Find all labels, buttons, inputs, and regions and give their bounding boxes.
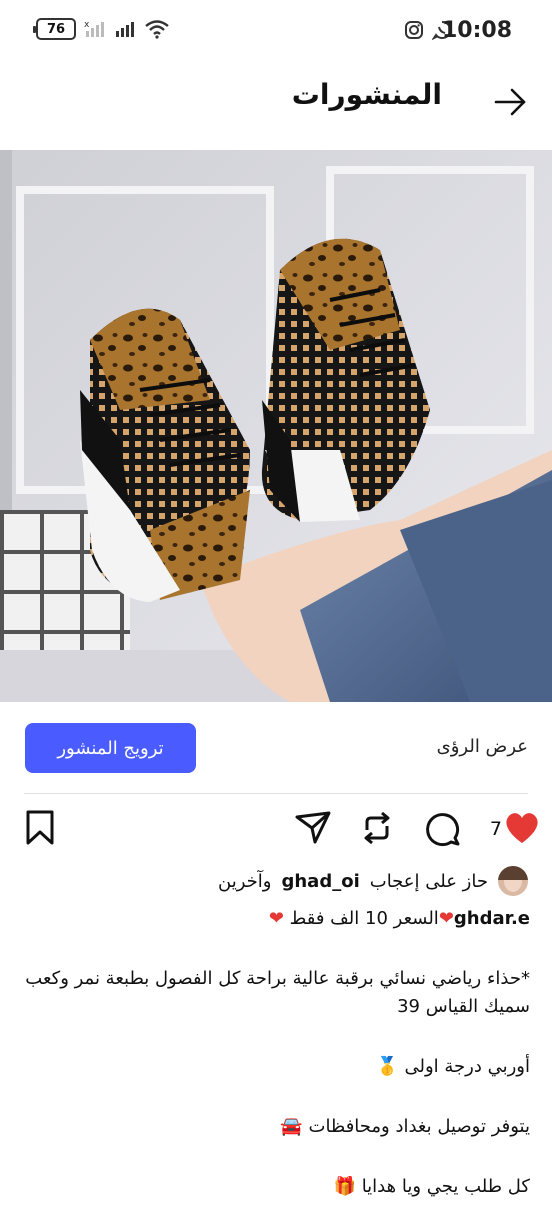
share-icon[interactable] (293, 808, 333, 848)
page-title: المنشورات (291, 78, 442, 111)
post-image[interactable] (0, 150, 552, 702)
bookmark-icon[interactable] (20, 808, 60, 848)
svg-text:x: x (84, 20, 90, 30)
view-insights-link[interactable]: عرض الرؤى (437, 736, 528, 757)
caption-delivery-line: يتوفر توصيل بغداد ومحافظات 🚘 (20, 1113, 530, 1141)
liked-by-user[interactable]: ghad_oi (281, 871, 359, 892)
caption-gift: كل طلب يجي ويا هدايا (361, 1176, 530, 1197)
like-count[interactable]: 7 (490, 818, 502, 840)
post-actions: 7 (0, 808, 552, 852)
car-emoji-icon: 🚘 (280, 1116, 303, 1137)
caption-gift-line: كل طلب يجي ويا هدايا 🎁 (20, 1173, 530, 1201)
caption-delivery: يتوفر توصيل بغداد ومحافظات (308, 1116, 531, 1137)
wifi-icon (145, 20, 169, 39)
liked-by-prefix: حاز على إعجاب (369, 870, 488, 892)
caption-first-line: ghdar.e❤السعر 10 الف فقط ❤ (20, 905, 530, 933)
caption-username[interactable]: ghdar.e (454, 908, 530, 929)
signal-icon (116, 22, 134, 37)
instagram-icon (405, 21, 423, 39)
status-bar: 76 x 10:08 (0, 0, 552, 64)
avatar (498, 866, 528, 896)
divider (24, 793, 528, 794)
post-photo-shoes (0, 150, 552, 702)
signal-off-icon: x (84, 20, 104, 37)
caption-price: السعر 10 الف فقط (289, 908, 439, 929)
caption-description: *حذاء رياضي نسائي برقبة عالية براحة كل ا… (25, 968, 530, 1017)
caption-quality-line: أوربي درجة اولى 🥇 (20, 1053, 530, 1081)
caption-quality: أوربي درجة اولى (404, 1056, 530, 1077)
promote-post-button[interactable]: ترويج المنشور (25, 723, 196, 773)
liked-by-row[interactable]: حاز على إعجاب ghad_oi وآخرين (218, 866, 528, 896)
heart-emoji-icon: ❤ (438, 908, 454, 929)
medal-emoji-icon: 🥇 (376, 1056, 399, 1077)
back-arrow-icon[interactable] (492, 84, 528, 120)
status-time: 10:08 (441, 18, 512, 43)
status-left-icons: 76 x (33, 18, 170, 40)
repost-icon[interactable] (357, 808, 397, 848)
battery-icon: 76 (33, 18, 76, 40)
heart-emoji-icon: ❤ (268, 908, 284, 929)
battery-level: 76 (46, 21, 66, 37)
comment-icon[interactable] (422, 808, 462, 848)
liked-by-suffix: وآخرين (218, 870, 272, 892)
gift-emoji-icon: 🎁 (333, 1176, 356, 1197)
post-caption: ghdar.e❤السعر 10 الف فقط ❤ *حذاء رياضي ن… (20, 905, 530, 1201)
heart-icon[interactable] (502, 808, 542, 848)
page-header: المنشورات (0, 64, 552, 150)
